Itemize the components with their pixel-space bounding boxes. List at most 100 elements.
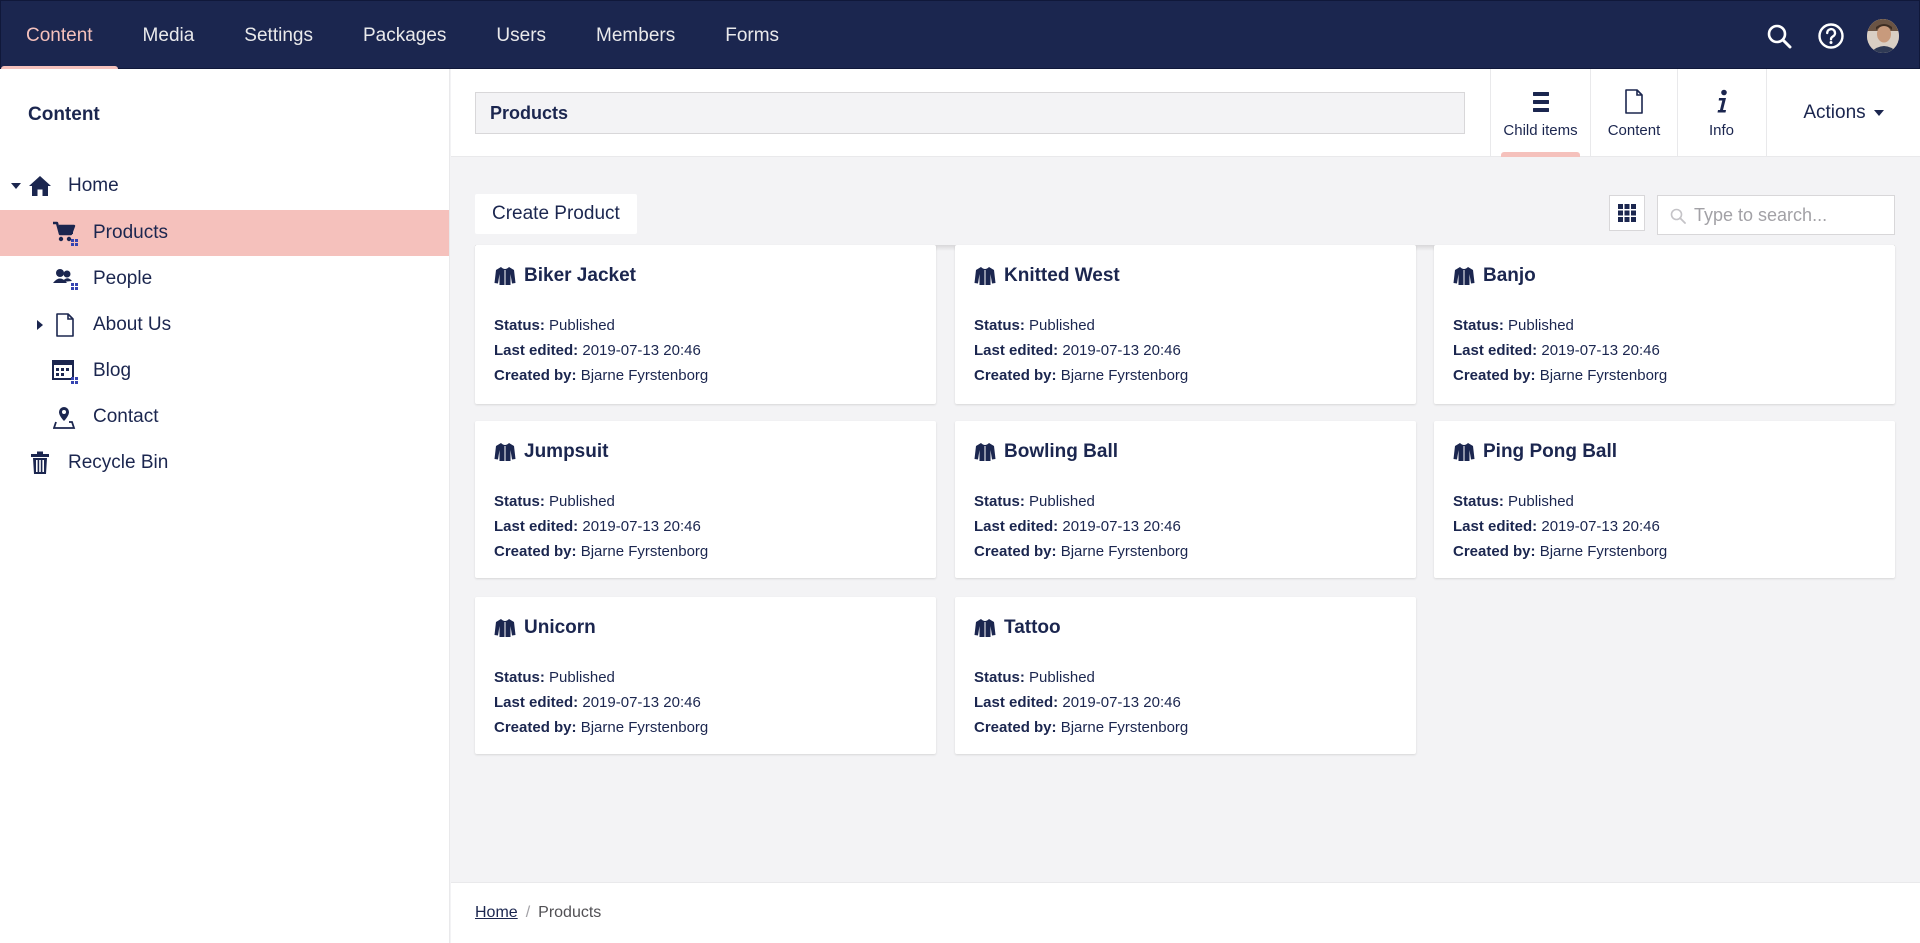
help-icon[interactable] (1815, 20, 1847, 52)
status-value: Published (549, 669, 615, 686)
tree-item-about-us[interactable]: About Us (0, 302, 449, 348)
create-product-button[interactable]: Create Product (475, 194, 637, 234)
top-bar: Content Media Settings Packages Users Me… (0, 0, 1920, 70)
tab-content[interactable]: Content (1590, 69, 1677, 157)
shirt-icon (494, 267, 516, 285)
card-meta: Status: Published Last edited: 2019-07-13… (494, 313, 708, 388)
avatar (1867, 18, 1899, 53)
layout-toggle-button[interactable] (1609, 195, 1645, 231)
topnav-label: Packages (362, 24, 447, 46)
breadcrumb-home-link[interactable]: Home (475, 904, 518, 922)
created-by-value: Bjarne Fyrstenborg (580, 719, 709, 736)
topnav-members[interactable]: Members (571, 1, 700, 70)
card-title: Unicorn (494, 617, 596, 639)
tab-label: Info (1708, 121, 1735, 139)
card-meta: Status: Published Last edited: 2019-07-13… (494, 665, 708, 740)
card-title: Banjo (1453, 265, 1536, 287)
status-label: Status: (974, 669, 1025, 686)
map-pin-icon (52, 404, 78, 430)
card-name: Banjo (1483, 265, 1536, 286)
search-field[interactable] (1657, 195, 1895, 235)
tab-info[interactable]: Info (1677, 69, 1765, 157)
topnav-label: Media (142, 24, 195, 46)
search-icon[interactable] (1763, 20, 1795, 52)
created-by-label: Created by: (974, 543, 1057, 560)
card-title: Jumpsuit (494, 441, 608, 463)
status-label: Status: (1453, 317, 1504, 334)
created-by-label: Created by: (494, 543, 577, 560)
topnav-forms[interactable]: Forms (700, 1, 804, 70)
status-value: Published (549, 317, 615, 334)
tree-item-home[interactable]: Home (0, 163, 449, 209)
product-card[interactable]: Biker Jacket Status: Published Last edited… (475, 245, 936, 404)
card-last-edited: Last edited: 2019-07-13 20:46 (974, 338, 1188, 363)
actions-button[interactable]: Actions (1766, 69, 1920, 157)
topnav-media[interactable]: Media (118, 1, 220, 70)
topnav-settings[interactable]: Settings (219, 1, 338, 70)
tree-item-label: Products (93, 222, 168, 243)
caret-down-icon[interactable] (11, 181, 21, 191)
product-card[interactable]: Jumpsuit Status: Published Last edited: 20… (475, 421, 936, 578)
document-icon (52, 312, 78, 338)
node-name-field[interactable]: Products (475, 92, 1465, 134)
card-status: Status: Published (1453, 489, 1667, 514)
list-icon (1532, 88, 1550, 116)
card-created-by: Created by: Bjarne Fyrstenborg (974, 715, 1188, 740)
caret-right-icon[interactable] (35, 320, 45, 330)
last-edited-value: 2019-07-13 20:46 (582, 342, 701, 359)
search-icon (1670, 208, 1686, 224)
card-last-edited: Last edited: 2019-07-13 20:46 (974, 514, 1188, 539)
status-label: Status: (494, 669, 545, 686)
tree-item-people[interactable]: People (0, 256, 449, 302)
card-name: Knitted West (1004, 265, 1120, 286)
created-by-label: Created by: (494, 719, 577, 736)
topnav-packages[interactable]: Packages (338, 1, 471, 70)
created-by-value: Bjarne Fyrstenborg (1539, 543, 1668, 560)
card-last-edited: Last edited: 2019-07-13 20:46 (494, 338, 708, 363)
tree-item-blog[interactable]: Blog (0, 348, 449, 394)
topnav-content[interactable]: Content (1, 1, 118, 70)
grid-icon (1618, 204, 1636, 222)
search-input[interactable] (1694, 204, 1884, 226)
topnav-label: Members (596, 24, 676, 46)
product-card[interactable]: Banjo Status: Published Last edited: 2019-… (1434, 245, 1895, 404)
card-created-by: Created by: Bjarne Fyrstenborg (494, 363, 708, 388)
tab-child-items[interactable]: Child items (1490, 69, 1590, 157)
product-card[interactable]: Unicorn Status: Published Last edited: 201… (475, 597, 936, 754)
card-status: Status: Published (1453, 313, 1667, 338)
tree-item-contact[interactable]: Contact (0, 394, 449, 440)
breadcrumb-current: Products (538, 904, 602, 921)
product-card[interactable]: Ping Pong Ball Status: Published Last edit… (1434, 421, 1895, 578)
trash-icon (27, 450, 53, 476)
card-created-by: Created by: Bjarne Fyrstenborg (1453, 363, 1667, 388)
last-edited-label: Last edited: (1453, 518, 1538, 535)
created-by-value: Bjarne Fyrstenborg (580, 543, 709, 560)
last-edited-value: 2019-07-13 20:46 (1062, 694, 1181, 711)
actions-label: Actions (1803, 102, 1866, 123)
users-icon (52, 266, 78, 292)
card-title: Ping Pong Ball (1453, 441, 1617, 463)
breadcrumb-separator: / (525, 904, 531, 921)
card-name: Bowling Ball (1004, 441, 1118, 462)
last-edited-value: 2019-07-13 20:46 (582, 518, 701, 535)
user-avatar[interactable] (1867, 18, 1899, 53)
shirt-icon (1453, 443, 1475, 461)
status-label: Status: (974, 317, 1025, 334)
shirt-icon (974, 443, 996, 461)
tree-item-label: Contact (93, 406, 159, 427)
card-title: Knitted West (974, 265, 1120, 287)
tree-item-products[interactable]: Products (0, 210, 449, 256)
product-card[interactable]: Bowling Ball Status: Published Last edited… (955, 421, 1416, 578)
topnav-label: Users (496, 24, 547, 46)
product-card[interactable]: Knitted West Status: Published Last edited… (955, 245, 1416, 404)
top-navigation: Content Media Settings Packages Users Me… (1, 1, 804, 70)
card-meta: Status: Published Last edited: 2019-07-13… (974, 489, 1188, 564)
product-card[interactable]: Tattoo Status: Published Last edited: 2019… (955, 597, 1416, 754)
tree-item-recycle-bin[interactable]: Recycle Bin (0, 440, 449, 486)
card-status: Status: Published (974, 489, 1188, 514)
shopping-cart-icon (52, 220, 78, 246)
card-created-by: Created by: Bjarne Fyrstenborg (974, 363, 1188, 388)
document-icon (1624, 88, 1644, 116)
last-edited-label: Last edited: (494, 694, 579, 711)
topnav-users[interactable]: Users (471, 1, 571, 70)
